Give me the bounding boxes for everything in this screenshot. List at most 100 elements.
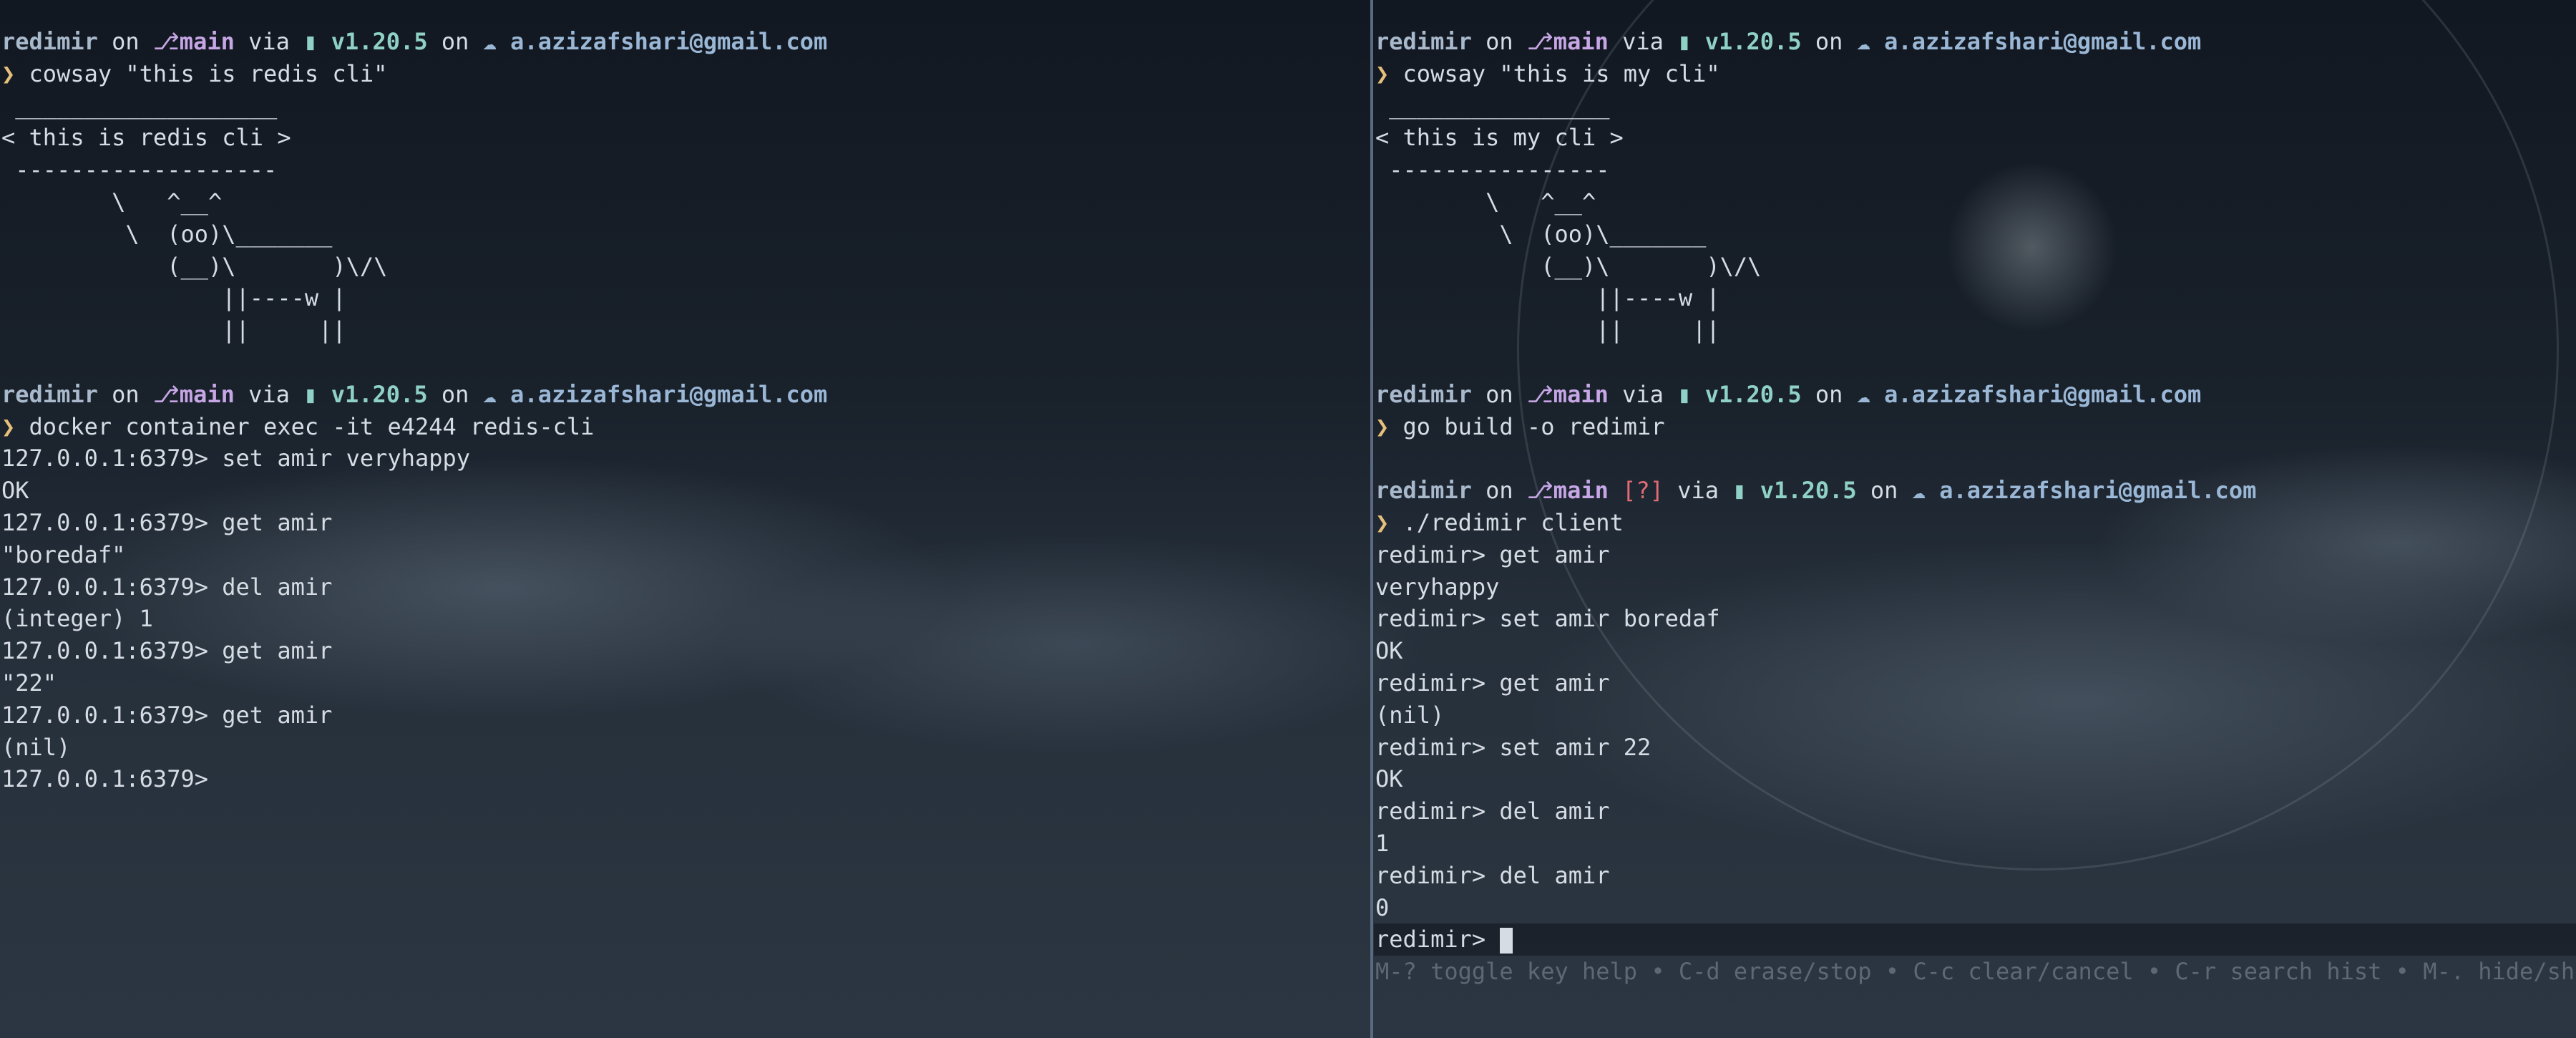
redimir-input-line[interactable]: redimir> <box>1374 923 2576 956</box>
shell-prompt-line: redimir on ⎇main via ▮ v1.20.5 on ☁ a.az… <box>1375 28 2202 55</box>
shell-prompt-line: redimir on ⎇main via ▮ v1.20.5 on ☁ a.az… <box>1 28 828 55</box>
redis-session-line: "22" <box>1 669 57 697</box>
prompt-go-version: v1.20.5 <box>1760 477 1857 505</box>
chevron-right-icon: ❯ <box>1 59 16 87</box>
command-line: ❯ docker container exec -it e4244 redis-… <box>1 411 827 443</box>
redimir-session-line: redimir> get amir <box>1375 669 1610 697</box>
chevron-right-icon: ❯ <box>1375 412 1390 440</box>
prompt-user: redimir <box>1375 28 1472 55</box>
prompt-go-version: v1.20.5 <box>1704 28 1802 55</box>
redis-session-line: (integer) 1 <box>1 605 153 633</box>
redis-session-line: 127.0.0.1:6379> get amir <box>1 701 333 729</box>
git-branch-icon: ⎇ <box>1526 28 1553 55</box>
cowsay-line: ---------------- <box>1375 156 1610 184</box>
redis-session-line: (nil) <box>1 733 71 761</box>
redimir-session-line: redimir> set amir boredaf <box>1375 605 1720 633</box>
shell-prompt-line: redimir on ⎇main via ▮ v1.20.5 on ☁ a.az… <box>1 380 828 408</box>
go-gopher-icon: ▮ <box>303 28 318 55</box>
cowsay-line: || || <box>1 316 346 344</box>
prompt-user: redimir <box>1375 380 1472 408</box>
git-branch-icon: ⎇ <box>152 380 180 408</box>
shell-prompt-line: redimir on ⎇main via ▮ v1.20.5 on ☁ a.az… <box>1375 380 2202 408</box>
command-line: ❯ cowsay "this is my cli" <box>1375 58 2576 90</box>
shell-prompt-line: redimir on ⎇main [?] via ▮ v1.20.5 on ☁ … <box>1375 477 2257 505</box>
cowsay-line: ------------------- <box>1 156 278 184</box>
cowsay-line: || || <box>1375 316 1720 344</box>
cowsay-line: < this is redis cli > <box>1 124 291 152</box>
redis-session-line: 127.0.0.1:6379> get amir <box>1 508 333 536</box>
text-cursor[interactable] <box>1500 928 1513 954</box>
redimir-session-line: (nil) <box>1375 701 1445 729</box>
command-text: docker container exec -it e4244 redis-cl… <box>29 412 595 440</box>
prompt-branch: main <box>179 380 235 408</box>
cowsay-line: \ (oo)\_______ <box>1 220 333 248</box>
command-line: ❯ ./redimir client <box>1375 507 2576 539</box>
cowsay-line: (__)\ )\/\ <box>1 252 388 280</box>
cowsay-line: ___________________ <box>1 92 278 120</box>
redimir-session-line: OK <box>1375 637 1403 665</box>
git-branch-icon: ⎇ <box>152 28 180 55</box>
prompt-account: a.azizafshari@gmail.com <box>510 28 828 55</box>
cowsay-line: ________________ <box>1375 92 1610 120</box>
prompt-account: a.azizafshari@gmail.com <box>510 380 828 408</box>
cowsay-line: \ ^__^ <box>1375 188 1596 215</box>
redimir-session-line: OK <box>1375 765 1403 793</box>
terminal-output-left: redimir on ⎇main via ▮ v1.20.5 on ☁ a.az… <box>1 26 827 795</box>
pane-divider[interactable] <box>1370 0 1373 1038</box>
redimir-session-line: redimir> del amir <box>1375 861 1610 889</box>
redis-session-line: "boredaf" <box>1 540 126 568</box>
terminal-output-right: redimir on ⎇main via ▮ v1.20.5 on ☁ a.az… <box>1374 26 2576 988</box>
cowsay-line: (__)\ )\/\ <box>1375 252 1762 280</box>
command-text: cowsay "this is redis cli" <box>29 59 388 87</box>
redimir-session-line: veryhappy <box>1375 573 1500 601</box>
prompt-user: redimir <box>1 28 98 55</box>
command-text: ./redimir client <box>1402 508 1624 536</box>
prompt-branch: main <box>1553 28 1609 55</box>
redis-cli-prompt[interactable]: 127.0.0.1:6379> <box>1 763 827 795</box>
cowsay-line: \ ^__^ <box>1 188 223 215</box>
prompt-account: a.azizafshari@gmail.com <box>1884 28 2202 55</box>
redis-session-line: 127.0.0.1:6379> set amir veryhappy <box>1 445 471 472</box>
cowsay-line: \ (oo)\_______ <box>1375 220 1707 248</box>
cloud-icon: ☁ <box>482 28 497 55</box>
prompt-user: redimir <box>1 380 98 408</box>
redis-session-line: OK <box>1 477 29 505</box>
prompt-go-version: v1.20.5 <box>1704 380 1802 408</box>
redimir-input-prompt: redimir> <box>1375 926 1486 954</box>
chevron-right-icon: ❯ <box>1375 59 1390 87</box>
key-help-hints: M-? toggle key help • C-d erase/stop • C… <box>1375 958 2576 986</box>
git-status-badge: [?] <box>1622 477 1664 505</box>
terminal-pane-left[interactable]: redimir on ⎇main via ▮ v1.20.5 on ☁ a.az… <box>0 0 1370 1038</box>
cowsay-line: ||----w | <box>1375 284 1720 312</box>
command-text: cowsay "this is my cli" <box>1402 59 1720 87</box>
command-text: go build -o redimir <box>1402 412 1665 440</box>
cloud-icon: ☁ <box>482 380 497 408</box>
redimir-session-line: redimir> get amir <box>1375 540 1610 568</box>
cloud-icon: ☁ <box>1856 28 1870 55</box>
redimir-session-line: redimir> del amir <box>1375 797 1610 825</box>
command-line: ❯ cowsay "this is redis cli" <box>1 58 827 90</box>
git-branch-icon: ⎇ <box>1526 380 1553 408</box>
cloud-icon: ☁ <box>1856 380 1870 408</box>
chevron-right-icon: ❯ <box>1 412 16 440</box>
prompt-go-version: v1.20.5 <box>331 380 428 408</box>
redis-session-line: 127.0.0.1:6379> get amir <box>1 637 333 665</box>
go-gopher-icon: ▮ <box>1732 477 1747 505</box>
chevron-right-icon: ❯ <box>1375 508 1390 536</box>
command-line: ❯ go build -o redimir <box>1375 411 2576 443</box>
go-gopher-icon: ▮ <box>303 380 318 408</box>
go-gopher-icon: ▮ <box>1677 380 1692 408</box>
redis-session-line: 127.0.0.1:6379> del amir <box>1 573 333 601</box>
prompt-account: a.azizafshari@gmail.com <box>1884 380 2202 408</box>
prompt-account: a.azizafshari@gmail.com <box>1939 477 2257 505</box>
prompt-branch: main <box>1553 380 1609 408</box>
terminal-pane-right[interactable]: redimir on ⎇main via ▮ v1.20.5 on ☁ a.az… <box>1374 0 2576 1038</box>
go-gopher-icon: ▮ <box>1677 28 1692 55</box>
cowsay-line: < this is my cli > <box>1375 124 1624 152</box>
prompt-user: redimir <box>1375 477 1472 505</box>
redimir-session-line: redimir> set amir 22 <box>1375 733 1652 761</box>
prompt-branch: main <box>179 28 235 55</box>
cowsay-line: ||----w | <box>1 284 346 312</box>
